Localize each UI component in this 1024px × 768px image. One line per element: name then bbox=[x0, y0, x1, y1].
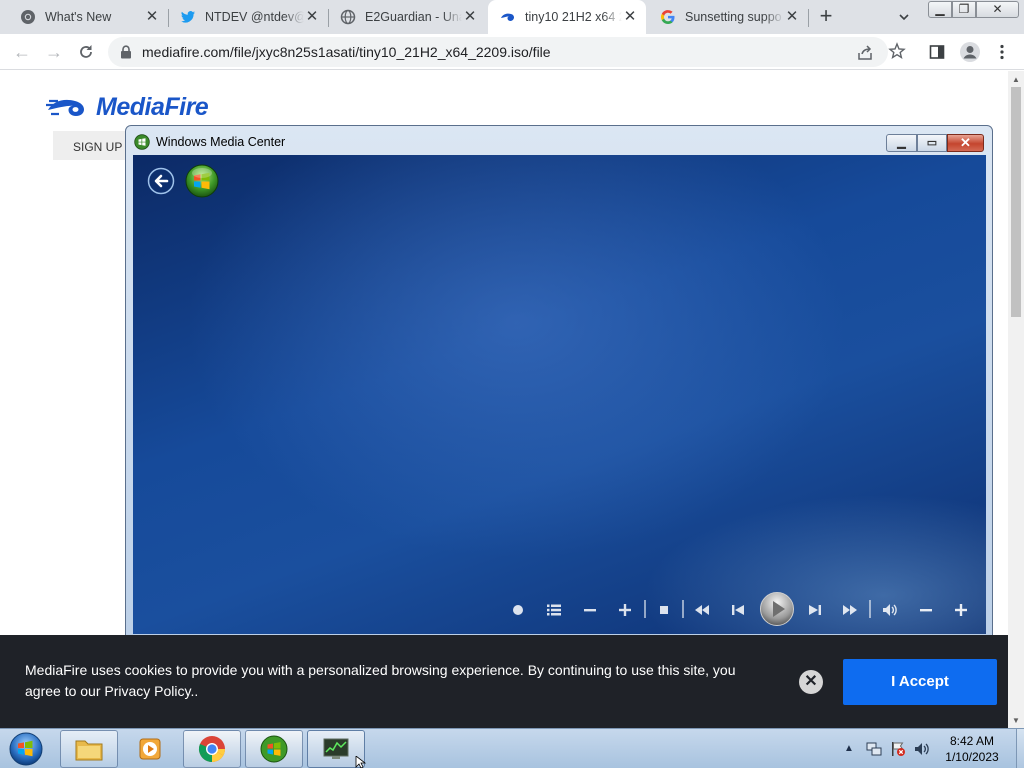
speaker-icon[interactable] bbox=[914, 741, 930, 757]
mediafire-flame-icon bbox=[46, 99, 84, 116]
close-tab-icon[interactable]: ✕ bbox=[462, 9, 478, 25]
side-panel-icon[interactable] bbox=[928, 43, 946, 61]
tab-title: E2Guardian - Una bbox=[365, 10, 462, 24]
show-desktop-button[interactable] bbox=[1016, 729, 1024, 768]
media-center-maximize-button[interactable]: ▭ bbox=[917, 134, 947, 152]
chrome-icon bbox=[20, 9, 36, 25]
volume-down-icon[interactable] bbox=[918, 602, 934, 618]
media-center-minimize-button[interactable]: ▁ bbox=[886, 134, 917, 152]
chrome-icon bbox=[198, 736, 226, 763]
cookie-banner: MediaFire uses cookies to provide you wi… bbox=[0, 635, 1008, 728]
tab-title: What's New bbox=[45, 10, 112, 24]
play-icon[interactable] bbox=[759, 591, 795, 627]
controls-separator bbox=[869, 600, 871, 618]
rewind-icon[interactable] bbox=[694, 602, 710, 618]
logo-wordmark: MediaFire bbox=[96, 93, 209, 121]
skip-forward-icon[interactable] bbox=[807, 602, 823, 618]
more-menu-icon[interactable] bbox=[993, 43, 1011, 61]
media-center-icon bbox=[260, 735, 288, 763]
guide-list-icon[interactable] bbox=[546, 602, 562, 618]
browser-close-button[interactable]: ✕ bbox=[976, 1, 1019, 18]
volume-mute-icon[interactable] bbox=[882, 602, 898, 618]
task-manager-icon bbox=[323, 738, 349, 759]
taskbar-media-player[interactable] bbox=[121, 730, 179, 768]
channel-down-icon[interactable] bbox=[582, 602, 598, 618]
reload-icon[interactable] bbox=[75, 41, 97, 63]
media-center-close-button[interactable]: ✕ bbox=[947, 134, 984, 152]
media-center-title: Windows Media Center bbox=[156, 135, 286, 149]
skip-back-icon[interactable] bbox=[730, 602, 746, 618]
tab-strip: What's New ✕ NTDEV @ntdev@ ✕ E2Guardian … bbox=[0, 0, 1024, 34]
mouse-cursor-icon bbox=[355, 756, 367, 768]
media-center-app-icon bbox=[134, 134, 150, 150]
media-center-window: Windows Media Center ▁ ▭ ✕ bbox=[125, 125, 993, 640]
clock-date: 1/10/2023 bbox=[945, 750, 999, 764]
scrollbar-thumb[interactable] bbox=[1011, 87, 1021, 317]
taskbar-chrome[interactable] bbox=[183, 730, 241, 768]
media-player-icon bbox=[139, 738, 161, 760]
bookmark-star-icon[interactable] bbox=[888, 42, 906, 60]
globe-icon bbox=[340, 9, 356, 25]
browser-minimize-button[interactable]: ▁ bbox=[928, 1, 952, 18]
show-hidden-icons-icon[interactable]: ▲ bbox=[844, 741, 860, 757]
taskbar-explorer[interactable] bbox=[60, 730, 118, 768]
controls-separator bbox=[644, 600, 646, 618]
folder-icon bbox=[75, 740, 103, 761]
windows-taskbar: ▲ 8:42 AM 1/10/2023 bbox=[0, 728, 1024, 768]
tab-whats-new[interactable]: What's New ✕ bbox=[0, 0, 168, 34]
taskbar-clock[interactable]: 8:42 AM 1/10/2023 bbox=[930, 733, 1014, 765]
close-tab-icon[interactable]: ✕ bbox=[622, 9, 638, 25]
mediafire-icon bbox=[500, 9, 516, 25]
system-tray: ▲ bbox=[840, 729, 940, 768]
cookie-dismiss-button[interactable]: ✕ bbox=[799, 670, 823, 694]
mediafire-logo[interactable]: MediaFire bbox=[46, 93, 209, 122]
back-arrow-icon[interactable]: ← bbox=[11, 41, 33, 63]
lock-icon bbox=[120, 45, 132, 59]
google-icon bbox=[660, 9, 676, 25]
media-center-start-icon[interactable] bbox=[185, 164, 219, 198]
start-button[interactable] bbox=[6, 730, 46, 768]
cookie-message: MediaFire uses cookies to provide you wi… bbox=[25, 662, 736, 699]
close-tab-icon[interactable]: ✕ bbox=[144, 9, 160, 25]
url-text[interactable]: mediafire.com/file/jxyc8n25s1asati/tiny1… bbox=[142, 44, 551, 60]
tab-title: NTDEV @ntdev@ bbox=[205, 10, 304, 24]
volume-up-icon[interactable] bbox=[953, 602, 969, 618]
page-scrollbar[interactable]: ▲ ▼ bbox=[1008, 71, 1024, 728]
sign-up-button[interactable]: SIGN UP bbox=[53, 131, 133, 160]
tab-title: Sunsetting suppo bbox=[685, 10, 782, 24]
scroll-down-arrow-icon[interactable]: ▼ bbox=[1012, 716, 1020, 725]
tab-ntdev[interactable]: NTDEV @ntdev@ ✕ bbox=[168, 0, 328, 34]
stop-icon[interactable] bbox=[656, 602, 672, 618]
back-arrow-icon[interactable] bbox=[147, 167, 175, 195]
network-icon[interactable] bbox=[866, 741, 882, 757]
tab-title: tiny10 21H2 x64 2 bbox=[525, 10, 622, 24]
close-tab-icon[interactable]: ✕ bbox=[784, 9, 800, 25]
twitter-icon bbox=[180, 9, 196, 25]
channel-up-icon[interactable] bbox=[617, 602, 633, 618]
tab-separator bbox=[808, 9, 809, 27]
playback-controls bbox=[508, 590, 978, 628]
media-center-titlebar[interactable]: Windows Media Center bbox=[134, 134, 285, 150]
scroll-up-arrow-icon[interactable]: ▲ bbox=[1012, 75, 1020, 84]
tab-tiny10[interactable]: tiny10 21H2 x64 2 ✕ bbox=[488, 0, 646, 34]
tab-search-chevron-icon[interactable] bbox=[895, 8, 913, 26]
browser-restore-button[interactable]: ❐ bbox=[952, 1, 976, 18]
tab-e2guardian[interactable]: E2Guardian - Una ✕ bbox=[328, 0, 486, 34]
forward-arrow-icon[interactable]: → bbox=[43, 41, 65, 63]
address-bar[interactable]: mediafire.com/file/jxyc8n25s1asati/tiny1… bbox=[108, 37, 888, 67]
record-icon[interactable] bbox=[510, 602, 526, 618]
tab-sunsetting[interactable]: Sunsetting suppo ✕ bbox=[648, 0, 808, 34]
media-center-content bbox=[133, 155, 986, 634]
taskbar-media-center[interactable] bbox=[245, 730, 303, 768]
close-tab-icon[interactable]: ✕ bbox=[304, 9, 320, 25]
share-icon[interactable] bbox=[856, 44, 874, 62]
controls-separator bbox=[682, 600, 684, 618]
action-center-flag-icon[interactable] bbox=[890, 741, 906, 757]
accept-cookies-button[interactable]: I Accept bbox=[843, 659, 997, 705]
clock-time: 8:42 AM bbox=[949, 734, 995, 748]
profile-avatar-icon[interactable] bbox=[959, 41, 981, 63]
browser-toolbar: ← → mediafire.com/file/jxyc8n25s1asati/t… bbox=[0, 34, 1024, 70]
new-tab-button[interactable]: + bbox=[815, 5, 837, 28]
fast-forward-icon[interactable] bbox=[842, 602, 858, 618]
